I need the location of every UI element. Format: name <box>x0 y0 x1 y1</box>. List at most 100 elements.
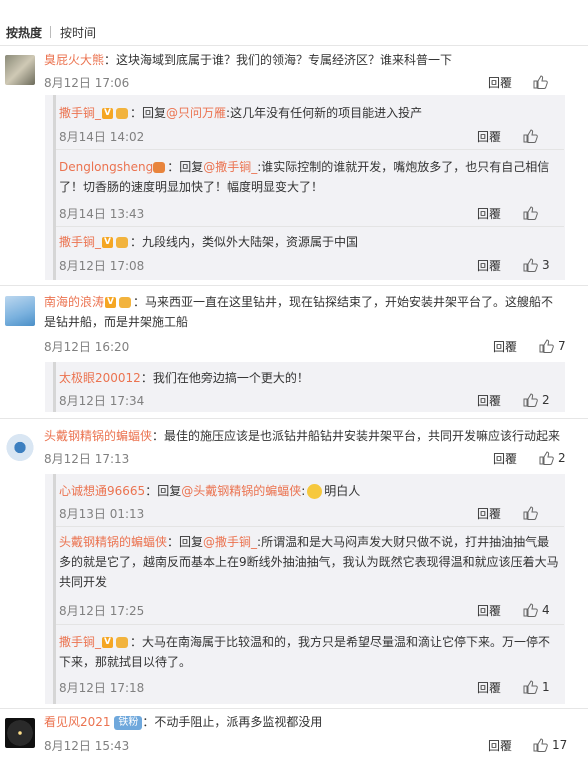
fan-badge: 铁粉 <box>114 715 143 730</box>
like-button[interactable]: 17 <box>532 737 567 753</box>
reply-button[interactable]: 回覆 <box>488 74 512 91</box>
reply-button[interactable]: 回覆 <box>477 392 501 409</box>
like-count: 17 <box>552 738 568 752</box>
mention-link[interactable]: @撒手锏_ <box>203 160 257 174</box>
thumb-up-icon <box>523 129 538 143</box>
medal-icon <box>119 297 132 308</box>
reply-time: 8月13日 01:13 <box>59 507 145 521</box>
reply-button[interactable]: 回覆 <box>477 505 501 522</box>
like-count: 2 <box>558 451 566 465</box>
comment-username[interactable]: 看见风2021 <box>44 715 111 729</box>
like-button[interactable]: 2 <box>538 450 566 466</box>
reply-button[interactable]: 回覆 <box>477 602 501 619</box>
avatar[interactable] <box>5 296 35 326</box>
medal-icon <box>116 108 129 119</box>
thumb-up-icon <box>523 258 538 272</box>
like-button[interactable] <box>532 74 552 90</box>
reply-body: Denglongsheng ：回复@撒手锏_:谁实际控制的谁就开发，嘴炮放多了，也… <box>59 157 559 197</box>
reply-username[interactable]: 心诚想通96665 <box>59 484 145 498</box>
sort-by-hot[interactable]: 按热度 <box>6 24 42 41</box>
reply-button[interactable]: 回覆 <box>477 257 501 274</box>
comment-body: 臭屁火大熊：这块海域到底属于谁？我们的领海？专属经济区？谁来科普一下 <box>44 50 452 70</box>
reply-indent-bar <box>53 362 56 412</box>
reply-body: 撒手锏_ V ：回复@只问万雁:这几年没有任何新的项目能进入投产 <box>59 103 422 123</box>
like-button[interactable]: 1 <box>522 679 550 695</box>
reply-username[interactable]: 太极眼200012 <box>59 371 141 385</box>
reply-time: 8月12日 17:34 <box>59 394 145 408</box>
like-button[interactable] <box>522 128 542 144</box>
thumb-up-icon <box>523 603 538 617</box>
comment-body: 头戴钢精锅的蝙蝠侠：最佳的施压应该是也派钻井船钻井安装井架平台，共同开发嘛应该行… <box>44 426 560 446</box>
comment-time: 8月12日 17:06 <box>44 76 130 90</box>
reply-body: 撒手锏_ V ：九段线内，类似外大陆架，资源属于中国 <box>59 232 358 252</box>
like-button[interactable]: 7 <box>538 338 566 354</box>
reply-button[interactable]: 回覆 <box>493 338 517 355</box>
comment-divider <box>0 285 588 286</box>
reply-username[interactable]: 撒手锏_ <box>59 106 101 120</box>
reply-prefix: ：回复 <box>167 160 204 174</box>
comment-divider <box>0 418 588 419</box>
reply-indent-bar <box>53 474 56 704</box>
comment-body: 南海的浪涛 V ：马来西亚一直在这里钻井，现在钻探结束了，开始安装井架平台了。这艘船… <box>44 292 564 332</box>
comment-username[interactable]: 南海的浪涛 <box>44 295 104 309</box>
like-button[interactable] <box>522 505 542 521</box>
sort-by-time[interactable]: 按时间 <box>60 24 96 41</box>
like-button[interactable]: 2 <box>522 392 550 408</box>
reply-button[interactable]: 回覆 <box>477 128 501 145</box>
thumb-up-icon <box>539 451 554 465</box>
like-count: 2 <box>542 393 550 407</box>
mention-link[interactable]: @头戴钢精锅的蝙蝠侠 <box>181 484 301 498</box>
comment-body: 看见风2021 铁粉 ：不动手阻止，派再多监视都没用 <box>44 712 322 732</box>
reply-button[interactable]: 回覆 <box>477 679 501 696</box>
thumb-up-icon <box>533 75 548 89</box>
thumb-up-icon <box>523 206 538 220</box>
thumb-up-icon <box>523 680 538 694</box>
divider <box>56 226 564 227</box>
reply-username[interactable]: 头戴钢精锅的蝙蝠侠 <box>59 535 167 549</box>
reply-time: 8月14日 14:02 <box>59 130 145 144</box>
comment-username[interactable]: 头戴钢精锅的蝙蝠侠 <box>44 429 152 443</box>
reply-button[interactable]: 回覆 <box>477 205 501 222</box>
like-count: 7 <box>558 339 566 353</box>
reply-time: 8月12日 17:18 <box>59 681 145 695</box>
reply-body: 太极眼200012：我们在他旁边搞一个更大的！ <box>59 368 309 388</box>
avatar[interactable] <box>5 718 35 748</box>
sort-divider <box>50 26 51 38</box>
divider <box>56 149 564 150</box>
thumb-up-icon <box>533 738 548 752</box>
verified-icon: V <box>102 637 114 648</box>
mention-link[interactable]: @撒手锏_ <box>203 535 257 549</box>
reply-username[interactable]: 撒手锏_ <box>59 635 101 649</box>
reply-button[interactable]: 回覆 <box>488 737 512 754</box>
reply-prefix: ：回复 <box>167 535 204 549</box>
like-button[interactable]: 3 <box>522 257 550 273</box>
avatar[interactable] <box>5 434 35 464</box>
reply-username[interactable]: 撒手锏_ <box>59 235 101 249</box>
reply-text: : <box>301 484 306 498</box>
avatar[interactable] <box>5 55 35 85</box>
comment-time: 8月12日 15:43 <box>44 739 130 753</box>
divider <box>56 624 564 625</box>
like-count: 1 <box>542 680 550 694</box>
reply-time: 8月12日 17:25 <box>59 604 145 618</box>
mention-link[interactable]: @只问万雁 <box>166 106 226 120</box>
reply-text-tail: 明白人 <box>324 484 361 498</box>
reply-text: ：我们在他旁边搞一个更大的！ <box>140 371 309 385</box>
comment-text: ：最佳的施压应该是也派钻井船钻井安装井架平台，共同开发嘛应该行动起来 <box>152 429 561 443</box>
comment-username[interactable]: 臭屁火大熊 <box>44 53 104 67</box>
like-count: 4 <box>542 603 550 617</box>
comment-text: ：不动手阻止，派再多监视都没用 <box>142 715 323 729</box>
comment-text: ：这块海域到底属于谁？我们的领海？专属经济区？谁来科普一下 <box>104 53 453 67</box>
like-button[interactable]: 4 <box>522 602 550 618</box>
reply-prefix: ：回复 <box>145 484 182 498</box>
reply-username[interactable]: Denglongsheng <box>59 160 153 174</box>
reply-time: 8月12日 17:08 <box>59 259 145 273</box>
reply-button[interactable]: 回覆 <box>493 450 517 467</box>
comment-time: 8月12日 16:20 <box>44 340 130 354</box>
reply-body: 头戴钢精锅的蝙蝠侠：回复@撒手锏_:所谓温和是大马闷声发大财只做不说，打井抽油抽… <box>59 532 559 592</box>
medal-icon <box>116 637 129 648</box>
like-button[interactable] <box>522 205 542 221</box>
comment-time: 8月12日 17:13 <box>44 452 130 466</box>
reply-body: 撒手锏_ V ：大马在南海属于比较温和的，我方只是希望尽量温和滴让它停下来。万一停不… <box>59 632 559 672</box>
medal-icon <box>116 237 129 248</box>
